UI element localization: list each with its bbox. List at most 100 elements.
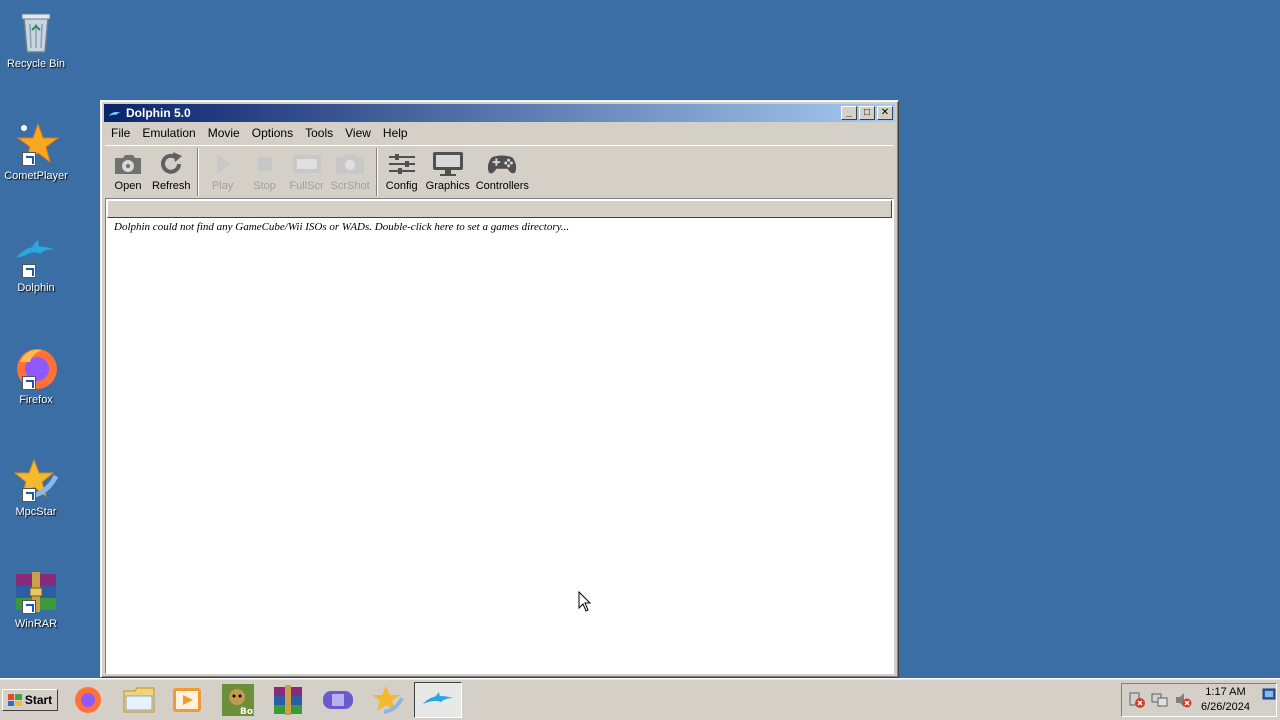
config-button[interactable]: Config bbox=[381, 146, 423, 192]
refresh-button[interactable]: Refresh bbox=[149, 146, 194, 192]
network-error-icon[interactable] bbox=[1128, 691, 1146, 709]
config-sliders-icon bbox=[386, 150, 418, 178]
tool-label: Open bbox=[114, 180, 142, 192]
dolphin-icon bbox=[12, 232, 60, 280]
screenshot-button[interactable]: ScrShot bbox=[328, 146, 373, 192]
taskbar-media-player[interactable] bbox=[169, 682, 205, 718]
game-list-header[interactable] bbox=[107, 200, 892, 218]
show-desktop-icon[interactable] bbox=[1262, 687, 1276, 703]
taskbar-dolphin[interactable] bbox=[414, 682, 462, 718]
fullscreen-icon bbox=[291, 150, 323, 178]
maximize-button[interactable]: □ bbox=[859, 106, 875, 120]
desktop-icon-label: Recycle Bin bbox=[6, 58, 66, 70]
clock-date: 6/26/2024 bbox=[1201, 701, 1250, 713]
desktop-icon-mpcstar[interactable]: MpcStar bbox=[0, 456, 72, 518]
stop-icon bbox=[249, 150, 281, 178]
dolphin-window: Dolphin 5.0 _ □ ✕ File Emulation Movie O… bbox=[100, 100, 899, 678]
desktop-icon-label: CometPlayer bbox=[4, 170, 68, 182]
clock[interactable]: 1:17 AM 6/26/2024 bbox=[1201, 685, 1250, 715]
desktop-icon-label: MpcStar bbox=[15, 506, 57, 518]
game-list-empty-message[interactable]: Dolphin could not find any GameCube/Wii … bbox=[106, 219, 893, 235]
start-button[interactable]: Start bbox=[2, 689, 58, 711]
winrar-icon bbox=[274, 685, 302, 715]
desktop-icon-label: WinRAR bbox=[14, 618, 58, 630]
start-label: Start bbox=[24, 693, 53, 707]
taskbar-gba-emulator[interactable] bbox=[320, 682, 356, 718]
tool-label: Stop bbox=[253, 180, 276, 192]
shortcut-arrow-icon bbox=[22, 264, 36, 278]
open-button[interactable]: Open bbox=[107, 146, 149, 192]
recycle-bin-icon bbox=[12, 8, 60, 56]
game-list[interactable]: Dolphin could not find any GameCube/Wii … bbox=[105, 198, 894, 674]
mouse-cursor-icon bbox=[578, 591, 592, 612]
menu-emulation[interactable]: Emulation bbox=[136, 126, 201, 140]
monitor-icon bbox=[432, 150, 464, 178]
mpcstar-icon bbox=[372, 686, 404, 714]
tool-label: FullScr bbox=[289, 180, 324, 192]
cometplayer-icon bbox=[12, 120, 60, 168]
shortcut-arrow-icon bbox=[22, 376, 36, 390]
menu-tools[interactable]: Tools bbox=[299, 126, 339, 140]
firefox-icon bbox=[75, 687, 101, 713]
gba-emulator-icon bbox=[323, 691, 353, 709]
tool-label: Refresh bbox=[152, 180, 191, 192]
screenshot-icon bbox=[334, 150, 366, 178]
desktop-icon-label: Firefox bbox=[19, 394, 53, 406]
mpcstar-icon bbox=[12, 456, 60, 504]
desktop-icon-firefox[interactable]: Firefox bbox=[0, 344, 72, 406]
tool-label: Controllers bbox=[475, 180, 529, 192]
desktop-icon-recycle-bin[interactable]: Recycle Bin bbox=[0, 8, 72, 70]
menu-file[interactable]: File bbox=[105, 126, 136, 140]
file-explorer-icon bbox=[123, 687, 155, 713]
gamepad-icon bbox=[486, 150, 518, 178]
play-button[interactable]: Play bbox=[202, 146, 244, 192]
shortcut-arrow-icon bbox=[22, 488, 36, 502]
tool-label: Graphics bbox=[425, 180, 470, 192]
desktop-icon-label: Dolphin bbox=[17, 282, 55, 294]
stop-button[interactable]: Stop bbox=[244, 146, 286, 192]
open-disc-icon bbox=[112, 150, 144, 178]
tool-label: Play bbox=[211, 180, 234, 192]
dolphin-icon bbox=[423, 692, 453, 704]
menu-help[interactable]: Help bbox=[377, 126, 414, 140]
title-bar[interactable]: Dolphin 5.0 _ □ ✕ bbox=[104, 104, 895, 122]
window-controls: _ □ ✕ bbox=[841, 106, 893, 120]
graphics-button[interactable]: Graphics bbox=[423, 146, 473, 192]
shortcut-arrow-icon bbox=[22, 152, 36, 166]
toolbar-separator bbox=[196, 148, 199, 196]
window-title: Dolphin 5.0 bbox=[126, 106, 191, 120]
taskbar-file-explorer[interactable] bbox=[121, 682, 157, 718]
taskbar: Start Box bbox=[0, 678, 1280, 720]
minimize-button[interactable]: _ bbox=[841, 106, 857, 120]
play-icon bbox=[207, 150, 239, 178]
system-tray: 1:17 AM 6/26/2024 bbox=[1121, 683, 1277, 717]
tool-label: Config bbox=[385, 180, 418, 192]
menu-options[interactable]: Options bbox=[246, 126, 299, 140]
tool-label: ScrShot bbox=[330, 180, 370, 192]
refresh-icon bbox=[155, 150, 187, 178]
taskbar-firefox[interactable] bbox=[70, 682, 106, 718]
menu-view[interactable]: View bbox=[339, 126, 377, 140]
close-button[interactable]: ✕ bbox=[877, 106, 893, 120]
taskbar-winrar[interactable] bbox=[270, 682, 306, 718]
desktop-icon-cometplayer[interactable]: CometPlayer bbox=[0, 120, 72, 182]
media-player-icon bbox=[173, 688, 201, 712]
toolbar: Open Refresh Play Stop FullScr ScrShot C… bbox=[105, 145, 894, 197]
shortcut-arrow-icon bbox=[22, 600, 36, 614]
winrar-icon bbox=[12, 568, 60, 616]
volume-muted-icon[interactable] bbox=[1174, 691, 1192, 709]
box-game-icon: Box bbox=[222, 684, 254, 716]
box-label: Box bbox=[240, 707, 254, 716]
network-icon[interactable] bbox=[1151, 691, 1169, 709]
desktop-icon-winrar[interactable]: WinRAR bbox=[0, 568, 72, 630]
toolbar-separator bbox=[375, 148, 378, 196]
dolphin-icon bbox=[108, 108, 122, 118]
windows-logo-icon bbox=[7, 694, 22, 706]
menu-movie[interactable]: Movie bbox=[202, 126, 246, 140]
clock-time: 1:17 AM bbox=[1205, 686, 1246, 698]
taskbar-box-game[interactable]: Box bbox=[220, 682, 256, 718]
taskbar-mpcstar[interactable] bbox=[370, 682, 406, 718]
controllers-button[interactable]: Controllers bbox=[473, 146, 532, 192]
fullscreen-button[interactable]: FullScr bbox=[286, 146, 328, 192]
desktop-icon-dolphin[interactable]: Dolphin bbox=[0, 232, 72, 294]
